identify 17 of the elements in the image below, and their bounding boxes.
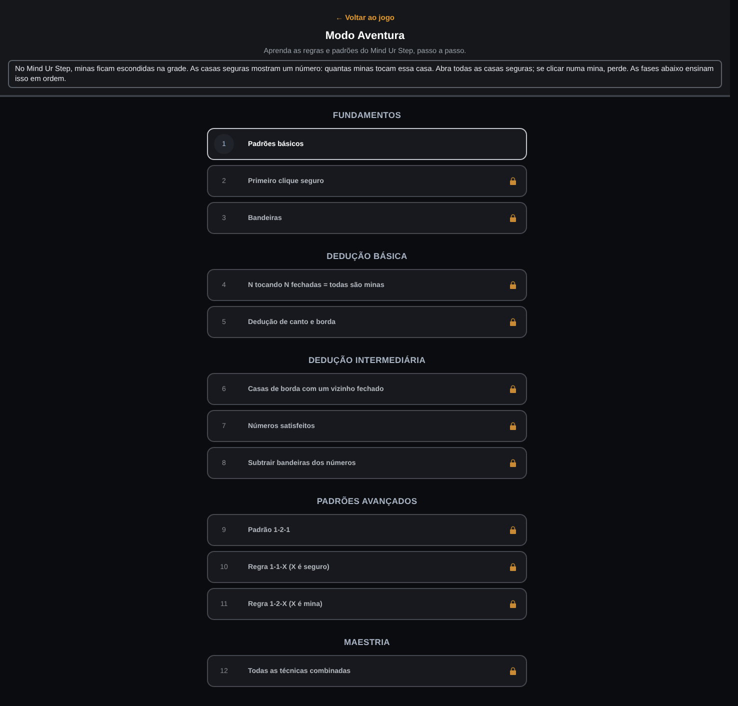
lock-icon: [510, 318, 516, 326]
section-heading: PADRÕES AVANÇADOS: [316, 496, 418, 506]
lock-icon: [510, 459, 516, 467]
lock-icon: [510, 385, 516, 393]
section-heading: FUNDAMENTOS: [332, 110, 402, 120]
page-title: Modo Aventura: [324, 29, 406, 43]
lock-icon: [510, 667, 516, 675]
lock-icon: [510, 281, 516, 289]
lock-icon: [510, 526, 516, 534]
lock-icon: [510, 422, 516, 430]
lock-icon: [510, 563, 516, 571]
lock-icon: [510, 600, 516, 608]
section-heading: DEDUÇÃO BÁSICA: [326, 251, 408, 261]
section-heading: DEDUÇÃO INTERMEDIÁRIA: [308, 355, 426, 365]
section-heading: MAESTRIA: [344, 637, 390, 647]
lock-icon: [510, 214, 516, 222]
lock-icon: [510, 177, 516, 185]
